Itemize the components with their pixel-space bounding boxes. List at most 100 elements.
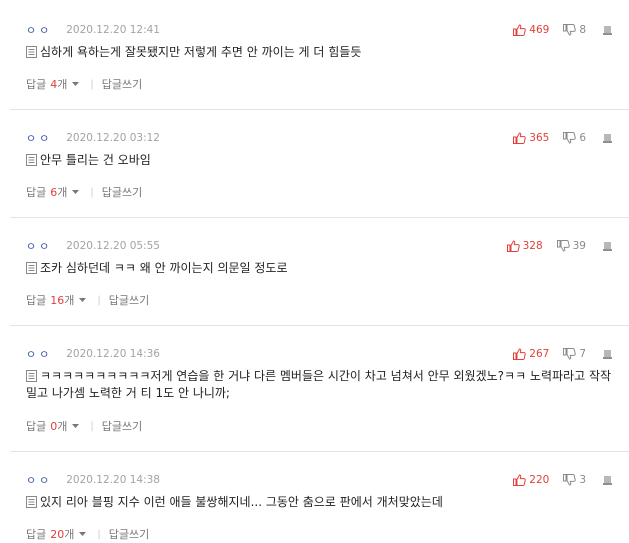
reply-toggle[interactable]: 답글 16 개 — [26, 292, 87, 308]
comment-text: 안무 틀리는 건 오바임 — [40, 153, 151, 167]
comment-body: 조카 심하던데 ㅋㅋ 왜 안 까이는지 의문일 정도로 — [26, 260, 613, 277]
dislike-button[interactable]: 6 — [563, 132, 586, 144]
report-icon — [603, 349, 612, 359]
comment-header: ㅇㅇ 2020.12.20 03:12 — [26, 130, 160, 146]
comment-text: 조카 심하던데 ㅋㅋ 왜 안 까이는지 의문일 정도로 — [40, 261, 288, 275]
report-button[interactable] — [602, 25, 613, 36]
reply-toggle[interactable]: 답글 20 개 — [26, 526, 87, 542]
comment-body: 있지 리아 블핑 지수 이런 애들 불쌍해지네... 그동안 춤으로 판에서 개… — [26, 494, 613, 511]
caret-down-icon — [71, 81, 80, 87]
comment-date: 2020.12.20 05:55 — [66, 240, 160, 252]
comment-nickname[interactable]: ㅇㅇ — [26, 22, 52, 38]
reply-count: 6 — [50, 185, 58, 199]
comment-text: ㅋㅋㅋㅋㅋㅋㅋㅋㅋㅋ저게 연습을 한 거냐 다른 멤버들은 시간이 차고 넘쳐서… — [26, 369, 612, 400]
thumbs-down-icon — [563, 348, 577, 360]
write-reply-button[interactable]: 답글쓰기 — [109, 292, 149, 308]
report-button[interactable] — [602, 241, 613, 252]
caret-down-icon — [78, 531, 87, 537]
caret-down-icon — [71, 189, 80, 195]
comment-header: ㅇㅇ 2020.12.20 12:41 — [26, 22, 160, 38]
thumbs-down-icon — [563, 24, 577, 36]
reply-toggle[interactable]: 답글 6개 — [26, 184, 80, 200]
vote-group: 365 6 — [513, 130, 613, 146]
separator: | — [90, 78, 94, 90]
thumbs-up-icon — [513, 132, 527, 144]
comment-nickname[interactable]: ㅇㅇ — [26, 472, 52, 488]
report-button[interactable] — [602, 133, 613, 144]
dislike-button[interactable]: 8 — [563, 24, 586, 36]
report-icon — [603, 133, 612, 143]
report-icon — [603, 475, 612, 485]
divider — [10, 217, 629, 218]
like-button[interactable]: 469 — [513, 24, 549, 36]
reply-label: 답글 — [26, 186, 47, 199]
comment-footer: 답글 0개 | 답글쓰기 — [26, 418, 142, 434]
thumbs-down-icon — [563, 132, 577, 144]
report-icon — [603, 25, 612, 35]
thumbs-up-icon — [513, 474, 527, 486]
reply-toggle[interactable]: 답글 0개 — [26, 418, 80, 434]
thumbs-up-icon — [506, 240, 520, 252]
document-icon — [26, 496, 37, 508]
comment-header: ㅇㅇ 2020.12.20 14:38 — [26, 472, 160, 488]
separator: | — [90, 420, 94, 432]
caret-down-icon — [71, 423, 80, 429]
like-count: 328 — [522, 240, 543, 252]
separator: | — [90, 186, 94, 198]
comment-body: 안무 틀리는 건 오바임 — [26, 152, 613, 169]
reply-count: 4 — [50, 77, 58, 91]
comment-footer: 답글 16 개 | 답글쓰기 — [26, 292, 149, 308]
divider — [10, 325, 629, 326]
dislike-button[interactable]: 7 — [563, 348, 586, 360]
count-unit: 개 — [57, 420, 68, 433]
comment-date: 2020.12.20 03:12 — [66, 132, 160, 144]
comment-text: 심하게 욕하는게 잘못됐지만 저렇게 추면 안 까이는 게 더 힘들듯 — [40, 45, 362, 59]
comment-body: ㅋㅋㅋㅋㅋㅋㅋㅋㅋㅋ저게 연습을 한 거냐 다른 멤버들은 시간이 차고 넘쳐서… — [26, 368, 613, 402]
report-icon — [603, 241, 612, 251]
reply-count: 0 — [50, 419, 58, 433]
comment-nickname[interactable]: ㅇㅇ — [26, 238, 52, 254]
like-button[interactable]: 267 — [513, 348, 549, 360]
comment-header: ㅇㅇ 2020.12.20 14:36 — [26, 346, 160, 362]
comment-footer: 답글 4개 | 답글쓰기 — [26, 76, 142, 92]
like-count: 365 — [529, 132, 550, 144]
report-button[interactable] — [602, 475, 613, 486]
caret-down-icon — [78, 297, 87, 303]
count-unit: 개 — [57, 78, 68, 91]
reply-count: 20 — [50, 527, 65, 541]
comment-header: ㅇㅇ 2020.12.20 05:55 — [26, 238, 160, 254]
write-reply-button[interactable]: 답글쓰기 — [102, 184, 142, 200]
vote-group: 267 7 — [513, 346, 613, 362]
divider — [10, 109, 629, 110]
write-reply-button[interactable]: 답글쓰기 — [102, 418, 142, 434]
thumbs-up-icon — [513, 24, 527, 36]
report-button[interactable] — [602, 349, 613, 360]
like-button[interactable]: 328 — [506, 240, 543, 252]
dislike-count: 6 — [579, 132, 586, 144]
reply-label: 답글 — [26, 420, 47, 433]
reply-toggle[interactable]: 답글 4개 — [26, 76, 80, 92]
dislike-count: 39 — [572, 240, 586, 252]
comment-footer: 답글 6개 | 답글쓰기 — [26, 184, 142, 200]
count-unit: 개 — [64, 294, 75, 307]
vote-group: 469 8 — [513, 22, 613, 38]
divider — [10, 451, 629, 452]
write-reply-button[interactable]: 답글쓰기 — [109, 526, 149, 542]
comment-nickname[interactable]: ㅇㅇ — [26, 130, 52, 146]
dislike-button[interactable]: 39 — [556, 240, 586, 252]
document-icon — [26, 154, 37, 166]
dislike-count: 7 — [579, 348, 586, 360]
reply-count: 16 — [50, 293, 65, 307]
comment-body: 심하게 욕하는게 잘못됐지만 저렇게 추면 안 까이는 게 더 힘들듯 — [26, 44, 613, 61]
comment-text: 있지 리아 블핑 지수 이런 애들 불쌍해지네... 그동안 춤으로 판에서 개… — [40, 495, 443, 509]
dislike-button[interactable]: 3 — [563, 474, 586, 486]
comment-nickname[interactable]: ㅇㅇ — [26, 346, 52, 362]
like-button[interactable]: 220 — [513, 474, 549, 486]
dislike-count: 3 — [579, 474, 586, 486]
thumbs-down-icon — [563, 474, 577, 486]
like-count: 220 — [529, 474, 550, 486]
write-reply-button[interactable]: 답글쓰기 — [102, 76, 142, 92]
like-button[interactable]: 365 — [513, 132, 549, 144]
count-unit: 개 — [64, 528, 75, 541]
document-icon — [26, 262, 37, 274]
